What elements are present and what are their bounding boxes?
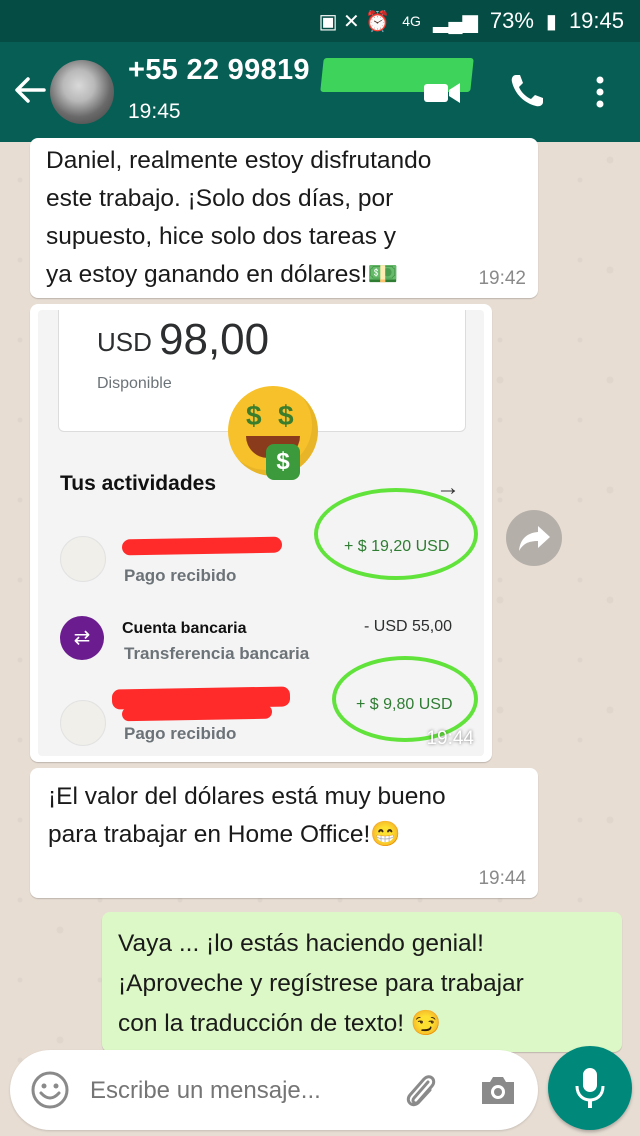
row-subtitle: Transferencia bancaria (124, 644, 310, 663)
message-bubble-outgoing[interactable]: Vaya ... ¡lo estás haciendo genial! ¡Apr… (102, 912, 622, 1052)
redaction-scribble (121, 536, 283, 556)
back-arrow-icon[interactable] (10, 70, 50, 110)
message-bubble-incoming[interactable]: Daniel, realmente estoy disfrutando este… (30, 138, 538, 298)
camera-icon[interactable] (478, 1072, 518, 1108)
activities-title: Tus actividades (60, 472, 217, 495)
message-bubble-incoming[interactable]: ¡El valor del dólares está muy bueno par… (30, 768, 538, 898)
row-title: Cuenta bancaria (122, 620, 247, 637)
message-time: 19:44 (426, 728, 474, 749)
message-input[interactable] (88, 1070, 392, 1112)
bank-transfer-icon: ⇄ (60, 616, 104, 660)
notification-icons: ▣ ✕ ⏰ (318, 10, 391, 33)
attachment-clip-icon[interactable] (400, 1068, 440, 1112)
message-time: 19:44 (478, 868, 526, 889)
message-composer (10, 1050, 538, 1130)
balance-label: Disponible (97, 375, 172, 392)
row-subtitle: Pago recibido (124, 566, 237, 585)
voice-message-button[interactable] (548, 1046, 632, 1130)
status-bar: ▣ ✕ ⏰ 4G ▂▄▆ 73% ▮ 19:45 (0, 0, 640, 42)
chat-header: +55 22 99819 19:45 (0, 42, 640, 142)
message-time: 19:42 (478, 268, 526, 289)
signal-icon: ▂▄▆ (432, 10, 478, 33)
network-type: 4G (402, 13, 421, 29)
payment-screenshot-image[interactable]: USD 98,00 Disponible $ $ $ Tus actividad… (38, 310, 484, 756)
currency-label: USD (97, 327, 152, 357)
row-amount: - USD 55,00 (364, 618, 453, 635)
forward-icon (519, 526, 550, 551)
money-mouth-emoji-icon: $ $ $ (228, 386, 318, 480)
more-options-icon[interactable] (590, 72, 610, 112)
contact-name[interactable]: +55 22 99819 (128, 54, 310, 87)
balance-amount: 98,00 (159, 315, 270, 364)
microphone-icon (575, 1068, 605, 1108)
message-text: ¡El valor del dólares está muy bueno par… (48, 783, 446, 848)
message-text: Daniel, realmente estoy disfrutando este… (46, 147, 432, 288)
contact-last-seen: 19:45 (128, 100, 181, 123)
message-text: Vaya ... ¡lo estás haciendo genial! ¡Apr… (118, 930, 524, 1037)
phone-call-icon[interactable] (508, 72, 546, 110)
clock: 19:45 (568, 8, 624, 33)
battery-level: 73% (489, 8, 534, 33)
row-subtitle: Pago recibido (124, 724, 237, 743)
forward-button[interactable] (506, 510, 562, 566)
highlight-circle (314, 488, 478, 580)
avatar[interactable] (50, 60, 114, 124)
payment-icon (60, 700, 106, 746)
video-call-icon[interactable] (422, 78, 462, 108)
payment-icon (60, 536, 106, 582)
redaction-scribble (121, 704, 273, 722)
emoji-icon[interactable] (30, 1070, 70, 1110)
battery-icon: ▮ (545, 10, 557, 33)
